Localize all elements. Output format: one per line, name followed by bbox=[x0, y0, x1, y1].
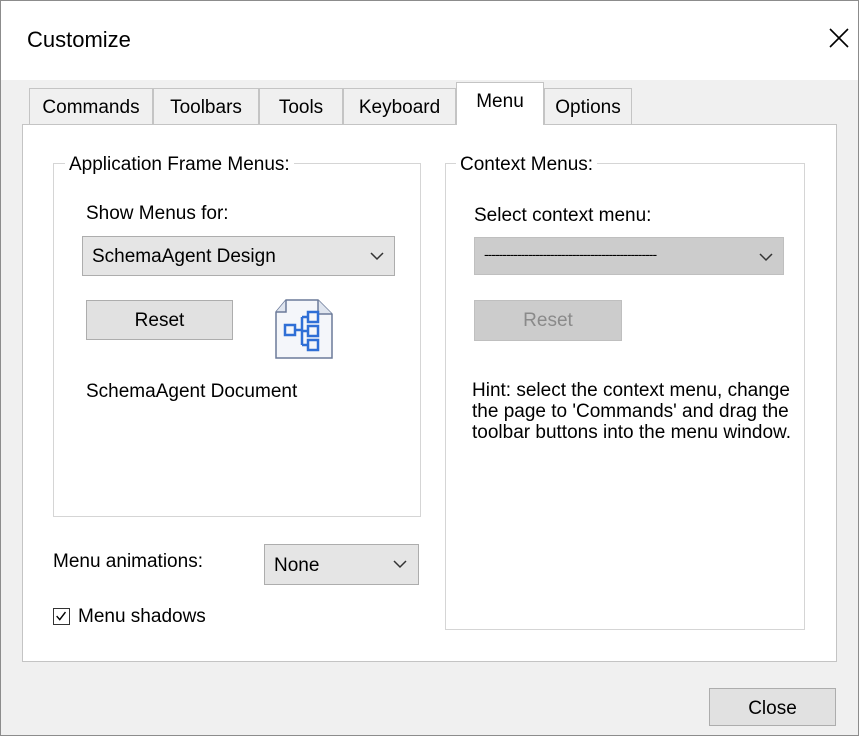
menu-shadows-checkbox[interactable] bbox=[53, 608, 70, 625]
hint-text: Hint: select the context menu, change th… bbox=[472, 380, 791, 443]
tab-options[interactable]: Options bbox=[544, 88, 632, 124]
menu-shadows-label: Menu shadows bbox=[78, 606, 206, 627]
context-menu-value: ----------------------------------------… bbox=[484, 246, 657, 262]
chevron-down-icon bbox=[759, 253, 773, 262]
context-reset-button[interactable]: Reset bbox=[474, 300, 622, 341]
show-menus-label: Show Menus for: bbox=[86, 203, 229, 224]
show-menus-value: SchemaAgent Design bbox=[92, 246, 276, 267]
menu-animations-select[interactable]: None bbox=[264, 544, 419, 585]
menu-animations-value: None bbox=[274, 555, 320, 576]
tab-tools[interactable]: Tools bbox=[259, 88, 343, 124]
tab-commands[interactable]: Commands bbox=[29, 88, 153, 124]
close-icon[interactable] bbox=[825, 24, 853, 52]
context-group-title: Context Menus: bbox=[456, 154, 598, 176]
context-menu-select[interactable]: ----------------------------------------… bbox=[474, 237, 784, 275]
app-frame-reset-button[interactable]: Reset bbox=[86, 300, 233, 340]
tab-toolbars[interactable]: Toolbars bbox=[153, 88, 259, 124]
window-title: Customize bbox=[27, 27, 131, 52]
select-context-label: Select context menu: bbox=[474, 205, 652, 226]
close-button[interactable]: Close bbox=[709, 688, 836, 726]
show-menus-select[interactable]: SchemaAgent Design bbox=[82, 236, 395, 276]
title-bar: Customize bbox=[0, 0, 859, 80]
menu-animations-label: Menu animations: bbox=[53, 551, 203, 572]
chevron-down-icon bbox=[370, 252, 384, 261]
tab-menu[interactable]: Menu bbox=[456, 82, 544, 125]
app-frame-group-title: Application Frame Menus: bbox=[65, 154, 294, 176]
document-label: SchemaAgent Document bbox=[86, 381, 298, 402]
tab-keyboard[interactable]: Keyboard bbox=[343, 88, 456, 124]
checkmark-icon bbox=[56, 611, 67, 621]
chevron-down-icon bbox=[393, 560, 407, 569]
schema-document-icon bbox=[275, 299, 333, 359]
